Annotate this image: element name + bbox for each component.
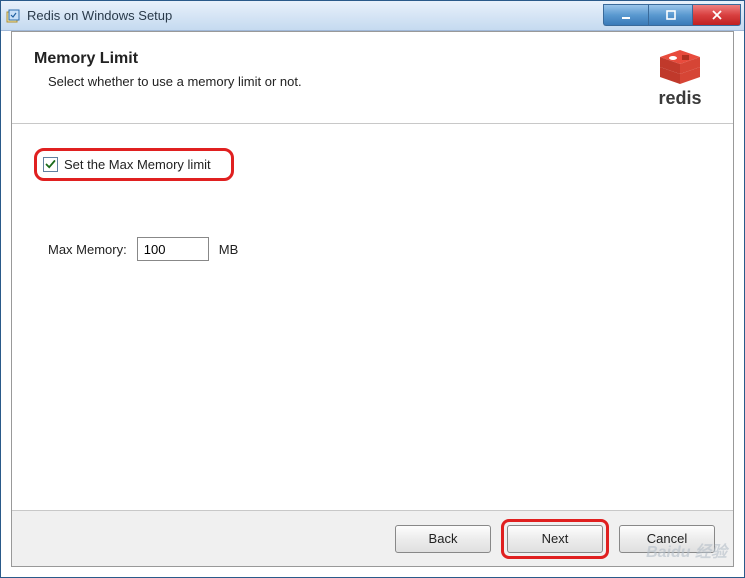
installer-window: Redis on Windows Setup Memory Limit Sele… xyxy=(0,0,745,578)
wizard-header: Memory Limit Select whether to use a mem… xyxy=(12,32,733,124)
page-title: Memory Limit xyxy=(34,50,649,68)
installer-icon xyxy=(5,8,21,24)
next-button-highlight: Next xyxy=(501,519,609,559)
page-subtitle: Select whether to use a memory limit or … xyxy=(48,74,649,89)
max-memory-checkbox-row: Set the Max Memory limit xyxy=(34,148,234,181)
content-panel: Memory Limit Select whether to use a mem… xyxy=(11,31,734,567)
cancel-button[interactable]: Cancel xyxy=(619,525,715,553)
maximize-button[interactable] xyxy=(648,4,693,26)
wizard-footer: Back Next Cancel Baidu 经验 xyxy=(12,510,733,566)
max-memory-checkbox-label[interactable]: Set the Max Memory limit xyxy=(64,157,211,172)
max-memory-unit: MB xyxy=(219,242,239,257)
wizard-body: Set the Max Memory limit Max Memory: MB xyxy=(12,124,733,285)
minimize-button[interactable] xyxy=(603,4,648,26)
window-title: Redis on Windows Setup xyxy=(27,8,603,23)
redis-cube-icon xyxy=(658,50,702,86)
back-button[interactable]: Back xyxy=(395,525,491,553)
max-memory-input[interactable] xyxy=(137,237,209,261)
close-button[interactable] xyxy=(693,4,741,26)
titlebar[interactable]: Redis on Windows Setup xyxy=(1,1,744,31)
max-memory-row: Max Memory: MB xyxy=(48,237,711,261)
next-button[interactable]: Next xyxy=(507,525,603,553)
window-controls xyxy=(603,4,741,26)
redis-logo: redis xyxy=(649,50,711,109)
max-memory-checkbox[interactable] xyxy=(43,157,58,172)
max-memory-label: Max Memory: xyxy=(48,242,127,257)
redis-logo-text: redis xyxy=(649,88,711,109)
